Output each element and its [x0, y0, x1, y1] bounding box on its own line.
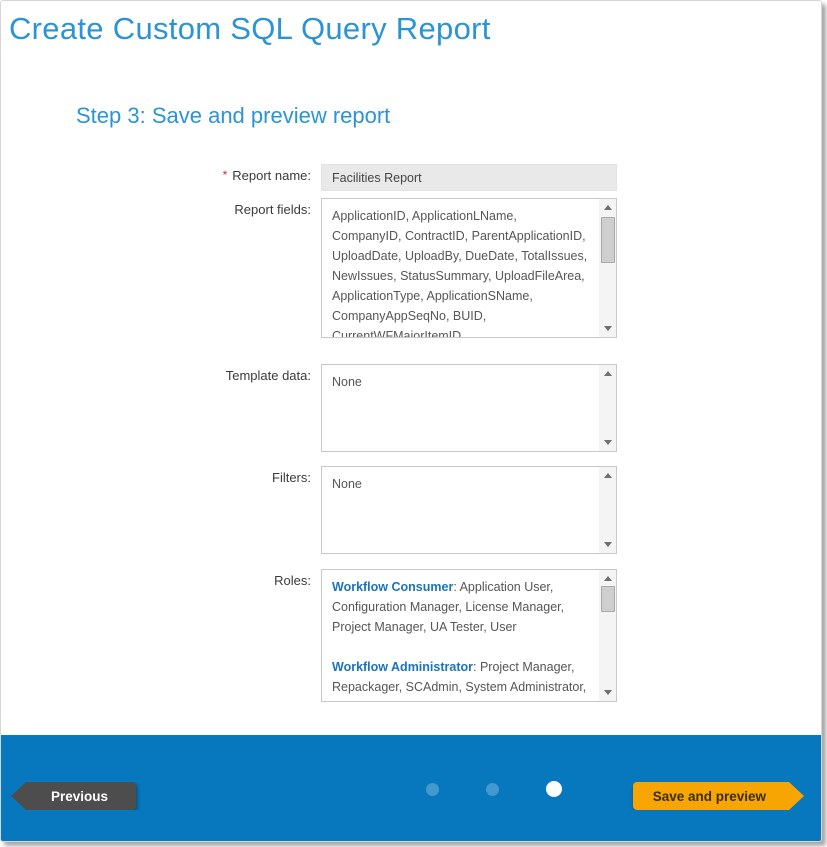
save-and-preview-button[interactable]: Save and preview — [633, 782, 804, 810]
roles-row: Roles: Workflow Consumer: Application Us… — [1, 569, 821, 702]
report-fields-row: Report fields: ApplicationID, Applicatio… — [1, 198, 821, 338]
filters-label: Filters: — [1, 466, 311, 485]
scroll-up-icon[interactable] — [599, 468, 616, 483]
scroll-up-icon[interactable] — [599, 571, 616, 586]
report-name-label: * Report name: — [1, 164, 311, 183]
footer-bar: Previous Save and preview — [1, 735, 821, 841]
filters-scrollbar[interactable] — [599, 467, 616, 553]
role-name: Workflow Consumer — [332, 580, 453, 594]
template-data-value: None — [322, 365, 616, 399]
report-fields-value: ApplicationID, ApplicationLName, Company… — [322, 199, 616, 338]
report-fields-scrollbar[interactable] — [599, 199, 616, 337]
template-data-box: None — [321, 364, 617, 452]
report-form: * Report name: Report fields: Application… — [1, 164, 821, 702]
step-progress-dots — [426, 779, 562, 799]
report-name-input[interactable] — [321, 164, 617, 191]
scroll-down-icon[interactable] — [599, 537, 616, 552]
scrollbar-thumb[interactable] — [601, 586, 615, 612]
previous-button[interactable]: Previous — [11, 782, 136, 810]
step-heading: Step 3: Save and preview report — [76, 103, 821, 129]
scrollbar-thumb[interactable] — [601, 217, 615, 263]
report-fields-label: Report fields: — [1, 198, 311, 217]
roles-label: Roles: — [1, 569, 311, 588]
report-name-row: * Report name: — [1, 164, 821, 191]
template-data-scrollbar[interactable] — [599, 365, 616, 451]
step-dot-2 — [486, 783, 499, 796]
scroll-down-icon[interactable] — [599, 435, 616, 450]
scroll-up-icon[interactable] — [599, 366, 616, 381]
filters-row: Filters: None — [1, 466, 821, 554]
roles-scrollbar[interactable] — [599, 570, 616, 701]
role-name: Workflow Administrator — [332, 660, 473, 674]
role-separator: : — [473, 660, 480, 674]
role-entry-workflow-consumer: Workflow Consumer: Application User, Con… — [332, 577, 588, 637]
report-fields-box: ApplicationID, ApplicationLName, Company… — [321, 198, 617, 338]
report-wizard-panel: Create Custom SQL Query Report Step 3: S… — [0, 0, 822, 842]
role-entry-workflow-administrator: Workflow Administrator: Project Manager,… — [332, 657, 588, 702]
page-title: Create Custom SQL Query Report — [9, 11, 821, 47]
roles-box: Workflow Consumer: Application User, Con… — [321, 569, 617, 702]
template-data-label: Template data: — [1, 364, 311, 383]
report-name-label-text: Report name: — [232, 168, 311, 183]
scroll-down-icon[interactable] — [599, 321, 616, 336]
scroll-up-icon[interactable] — [599, 200, 616, 215]
step-dot-3 — [546, 781, 562, 797]
template-data-row: Template data: None — [1, 364, 821, 452]
filters-box: None — [321, 466, 617, 554]
step-dot-1 — [426, 783, 439, 796]
filters-value: None — [322, 467, 616, 501]
required-marker: * — [223, 168, 228, 182]
scroll-down-icon[interactable] — [599, 685, 616, 700]
